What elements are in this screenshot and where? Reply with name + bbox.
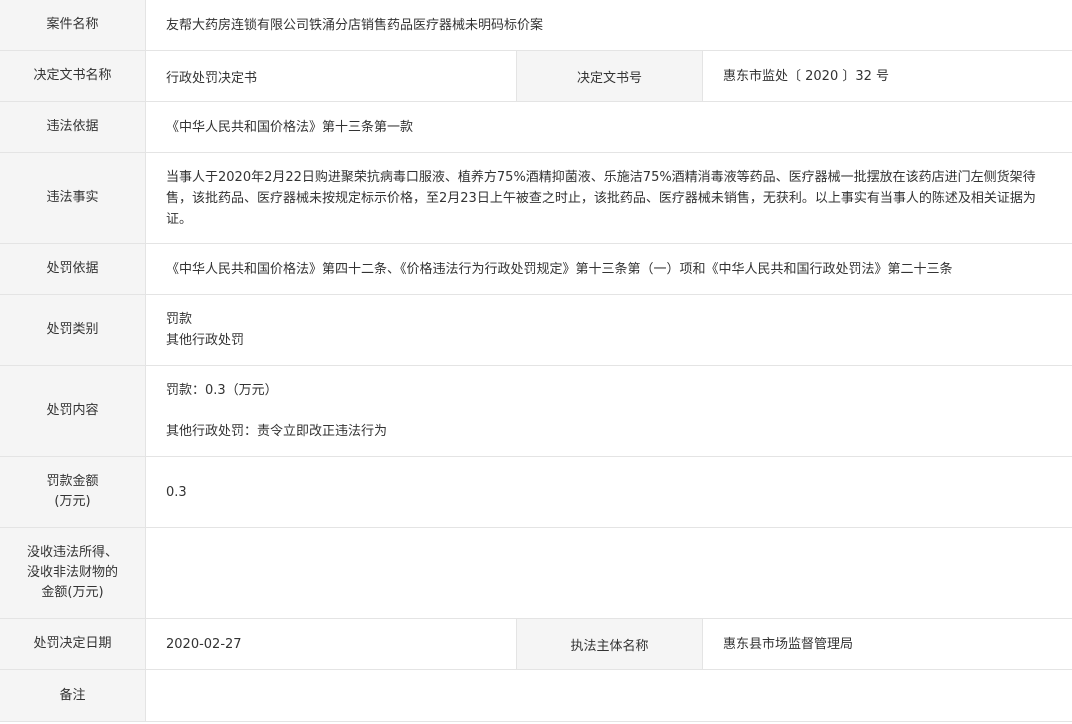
penalty-basis-value: 《中华人民共和国价格法》第四十二条、《价格违法行为行政处罚规定》第十三条第（一）… xyxy=(166,261,953,277)
decision-doc-name-value: 行政处罚决定书 xyxy=(146,51,517,101)
row-penalty-content: 处罚内容 罚款：0.3（万元） 其他行政处罚：责令立即改正违法行为 xyxy=(0,366,1072,457)
fine-amount-value: 0.3 xyxy=(166,484,187,500)
row-confiscation-amount: 没收违法所得、 没收非法财物的 金额(万元) xyxy=(0,528,1072,619)
decision-date-label: 处罚决定日期 xyxy=(0,619,146,669)
row-remark: 备注 xyxy=(0,670,1072,722)
confiscation-label-line-3: 金额(万元) xyxy=(41,585,104,600)
fine-amount-label: 罚款金额 (万元) xyxy=(0,457,146,527)
fine-amount-label-line-2: (万元) xyxy=(54,494,91,509)
penalty-content-line-1: 罚款：0.3（万元） xyxy=(166,383,278,398)
remark-label: 备注 xyxy=(0,670,146,721)
decision-doc-name-label: 决定文书名称 xyxy=(0,51,146,101)
row-violation-facts: 违法事实 当事人于2020年2月22日购进聚荣抗病毒口服液、植养方75%酒精抑菌… xyxy=(0,153,1072,244)
row-case-name: 案件名称 友帮大药房连锁有限公司铁涌分店销售药品医疗器械未明码标价案 xyxy=(0,0,1072,51)
row-decision-document: 决定文书名称 行政处罚决定书 决定文书号 惠东市监处〔 2020 〕32 号 xyxy=(0,51,1072,102)
penalty-type-label: 处罚类别 xyxy=(0,295,146,365)
case-name-value: 友帮大药房连锁有限公司铁涌分店销售药品医疗器械未明码标价案 xyxy=(166,17,544,33)
enforcement-authority-label: 执法主体名称 xyxy=(517,619,703,669)
row-fine-amount: 罚款金额 (万元) 0.3 xyxy=(0,457,1072,528)
decision-doc-number-value: 惠东市监处〔 2020 〕32 号 xyxy=(723,68,890,84)
penalty-content-line-2: 其他行政处罚：责令立即改正违法行为 xyxy=(166,424,388,439)
enforcement-authority-value: 惠东县市场监督管理局 xyxy=(723,636,854,652)
row-decision-date: 处罚决定日期 2020-02-27 执法主体名称 惠东县市场监督管理局 xyxy=(0,619,1072,670)
confiscation-label-line-2: 没收非法财物的 xyxy=(26,565,118,580)
penalty-type-value: 罚款 其他行政处罚 xyxy=(146,295,1072,365)
penalty-info-table: 案件名称 友帮大药房连锁有限公司铁涌分店销售药品医疗器械未明码标价案 决定文书名… xyxy=(0,0,1072,722)
violation-facts-label: 违法事实 xyxy=(0,153,146,243)
violation-facts-value: 当事人于2020年2月22日购进聚荣抗病毒口服液、植养方75%酒精抑菌液、乐施洁… xyxy=(166,169,1036,227)
penalty-content-label: 处罚内容 xyxy=(0,366,146,456)
case-name-label: 案件名称 xyxy=(0,0,146,50)
violation-basis-label: 违法依据 xyxy=(0,102,146,152)
confiscation-amount-label: 没收违法所得、 没收非法财物的 金额(万元) xyxy=(0,528,146,618)
decision-date-value: 2020-02-27 xyxy=(146,619,517,669)
penalty-type-line-2: 其他行政处罚 xyxy=(166,333,245,348)
row-violation-basis: 违法依据 《中华人民共和国价格法》第十三条第一款 xyxy=(0,102,1072,153)
remark-value xyxy=(146,670,1072,721)
row-penalty-basis: 处罚依据 《中华人民共和国价格法》第四十二条、《价格违法行为行政处罚规定》第十三… xyxy=(0,244,1072,295)
penalty-content-value: 罚款：0.3（万元） 其他行政处罚：责令立即改正违法行为 xyxy=(146,366,1072,456)
fine-amount-label-line-1: 罚款金额 xyxy=(46,474,99,489)
confiscation-amount-value xyxy=(146,528,1072,618)
violation-basis-value: 《中华人民共和国价格法》第十三条第一款 xyxy=(166,119,414,135)
penalty-type-line-1: 罚款 xyxy=(166,312,193,327)
confiscation-label-line-1: 没收违法所得、 xyxy=(26,545,118,560)
row-penalty-type: 处罚类别 罚款 其他行政处罚 xyxy=(0,295,1072,366)
penalty-basis-label: 处罚依据 xyxy=(0,244,146,294)
decision-doc-number-label: 决定文书号 xyxy=(517,51,703,101)
